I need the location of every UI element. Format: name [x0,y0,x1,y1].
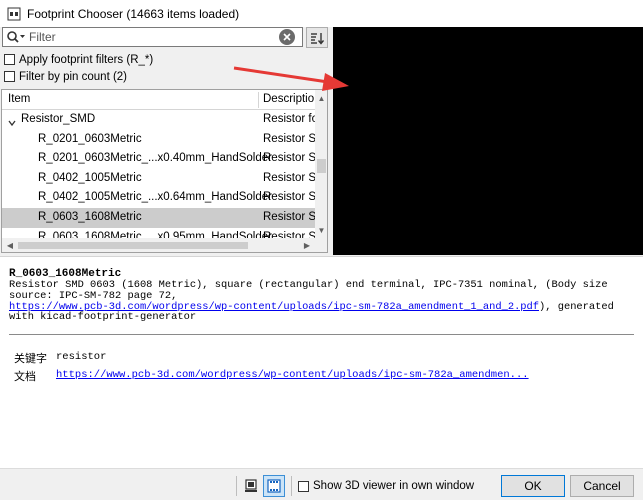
tree-row[interactable]: R_0603_1608Metric_...x0.95mm_HandSolder R… [2,228,315,238]
chevron-down-icon[interactable] [8,116,16,127]
footprint-preview-canvas[interactable] [333,27,643,255]
tree-row-name: R_0603_1608Metric_...x0.95mm_HandSolder [38,230,272,238]
column-divider[interactable] [258,92,259,108]
tree-row-name: R_0201_0603Metric_...x0.40mm_HandSolder [38,152,272,165]
clear-filter-icon[interactable] [279,29,295,45]
sort-icon [311,32,324,45]
tree-row-description: Resistor SM [263,171,315,184]
tree-header: Item Descriptio [2,90,315,110]
title-bar: Footprint Chooser (14663 items loaded) [0,0,643,27]
filter-pins-label: Filter by pin count (2) [19,70,128,83]
column-header-description[interactable]: Descriptio [263,93,314,105]
horizontal-scroll-thumb[interactable] [18,242,248,249]
cancel-button[interactable]: Cancel [570,475,634,497]
filter-box[interactable] [2,27,303,47]
details-divider [9,334,634,335]
footprint-description: Resistor SMD 0603 (1608 Metric), square … [9,280,634,323]
tree-row-description: Resistor SM [263,152,315,165]
tree-row-name: R_0402_1005Metric [38,171,142,184]
apply-filters-label: Apply footprint filters (R_*) [19,53,154,66]
tree-row[interactable]: R_0402_1005Metric_...x0.64mm_HandSolder R… [2,188,315,208]
tree-row[interactable]: R_0402_1005Metric Resistor SM [2,169,315,189]
column-header-item[interactable]: Item [8,93,30,105]
tree-horizontal-scrollbar[interactable]: ◀ ▶ [2,238,315,252]
tree-row[interactable]: R_0603_1608Metric Resistor SM [2,207,315,228]
ok-button[interactable]: OK [501,475,565,497]
tree-row-name: R_0402_1005Metric_...x0.64mm_HandSolder [38,191,272,204]
apply-filters-option[interactable]: Apply footprint filters (R_*) [4,52,153,67]
keywords-label: 关键字 [14,352,47,365]
footprint-preview-icon[interactable] [240,475,262,497]
documentation-label: 文档 [14,370,36,383]
scroll-right-icon[interactable]: ▶ [301,239,313,251]
window-title: Footprint Chooser (14663 items loaded) [27,6,240,21]
tree-row-name: R_0603_1608Metric [38,210,142,223]
scroll-up-icon[interactable]: ▲ [315,92,327,104]
show-3d-viewer-checkbox[interactable] [298,480,309,492]
toolbar-separator [236,476,237,496]
documentation-link[interactable]: https://www.pcb-3d.com/wordpress/wp-cont… [56,369,529,381]
tree-row-description: Resistor SM [263,230,315,238]
scroll-thumb[interactable] [317,159,326,173]
toolbar-separator-2 [291,476,292,496]
footprint-app-icon [7,7,21,21]
apply-filters-checkbox[interactable] [4,54,15,65]
annotation-arrow-icon [233,66,349,91]
tree-row-description: Resistor SM [263,191,315,204]
filter-pins-checkbox[interactable] [4,71,15,82]
tree-row[interactable]: Resistor_SMD Resistor fo [2,110,315,130]
description-text: Resistor SMD 0603 (1608 Metric), square … [9,279,608,302]
filter-pins-option[interactable]: Filter by pin count (2) [4,69,127,84]
tree-row-description: Resistor fo [263,113,315,125]
tree-row[interactable]: R_0201_0603Metric Resistor SM [2,130,315,150]
bottom-toolbar: Show 3D viewer in own window OK Cancel [0,468,643,500]
sort-options-button[interactable] [306,27,328,48]
scroll-left-icon[interactable]: ◀ [4,239,16,251]
tree-row-name: R_0201_0603Metric [38,132,142,145]
footprint-tree[interactable]: Item Descriptio Resistor_SMD Resistor fo R… [1,89,328,253]
tree-vertical-scrollbar[interactable]: ▲ ▼ [315,90,327,238]
tree-row-description: Resistor SM [263,210,315,223]
tree-rows: Resistor_SMD Resistor fo R_0201_0603Metric… [2,110,315,238]
footprint-details: R_0603_1608Metric Resistor SMD 0603 (160… [0,256,643,468]
tree-row[interactable]: R_0201_0603Metric_...x0.40mm_HandSolder R… [2,149,315,169]
3d-viewer-icon[interactable] [263,475,285,497]
filter-input[interactable] [29,29,275,45]
search-icon[interactable] [3,30,29,44]
show-3d-viewer-label: Show 3D viewer in own window [313,480,475,492]
show-3d-viewer-option[interactable]: Show 3D viewer in own window [298,480,474,492]
scroll-corner [315,238,327,252]
tree-row-description: Resistor SM [263,132,315,145]
scroll-down-icon[interactable]: ▼ [315,224,327,236]
tree-row-name: Resistor_SMD [21,113,96,125]
keywords-value: resistor [56,351,107,363]
